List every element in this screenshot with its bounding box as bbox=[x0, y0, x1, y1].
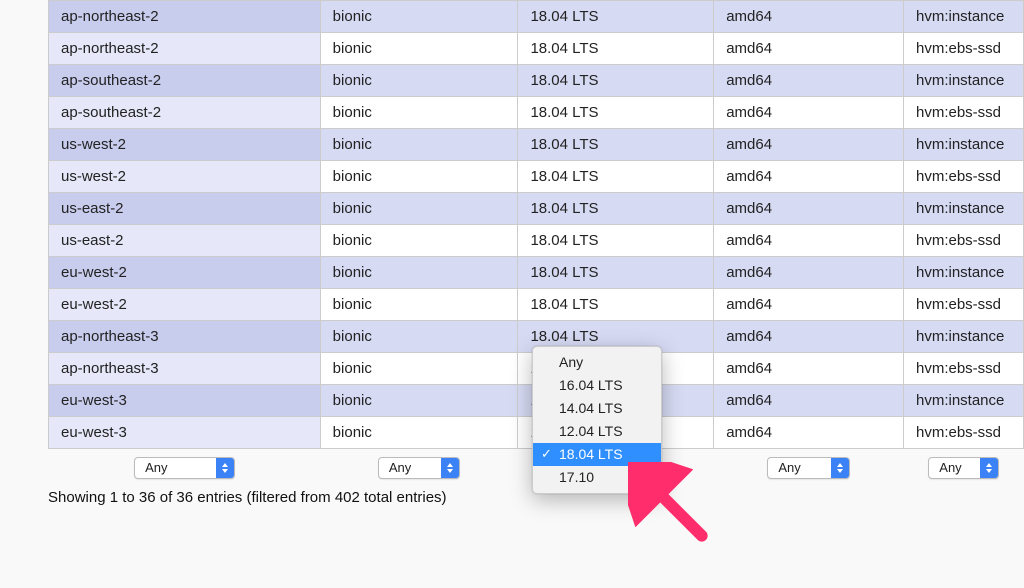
filter-version-dropdown[interactable]: Any16.04 LTS14.04 LTS12.04 LTS18.04 LTS1… bbox=[532, 346, 662, 494]
cell-version: 18.04 LTS bbox=[518, 129, 714, 161]
updown-icon bbox=[980, 458, 998, 478]
cell-name: bionic bbox=[320, 1, 518, 33]
cell-region: eu-west-3 bbox=[49, 385, 321, 417]
cell-name: bionic bbox=[320, 65, 518, 97]
cell-arch: amd64 bbox=[714, 225, 904, 257]
cell-version: 18.04 LTS bbox=[518, 257, 714, 289]
table-row: ap-southeast-2bionic18.04 LTSamd64hvm:eb… bbox=[49, 97, 1024, 129]
cell-arch: amd64 bbox=[714, 257, 904, 289]
dropdown-option[interactable]: 17.10 bbox=[533, 466, 661, 489]
cell-region: us-west-2 bbox=[49, 129, 321, 161]
cell-region: eu-west-2 bbox=[49, 289, 321, 321]
table-status-text: Showing 1 to 36 of 36 entries (filtered … bbox=[0, 481, 1024, 506]
table-row: ap-northeast-2bionic18.04 LTSamd64hvm:in… bbox=[49, 1, 1024, 33]
table-row: eu-west-2bionic18.04 LTSamd64hvm:instanc… bbox=[49, 257, 1024, 289]
cell-name: bionic bbox=[320, 225, 518, 257]
cell-name: bionic bbox=[320, 289, 518, 321]
cell-arch: amd64 bbox=[714, 289, 904, 321]
table-row: eu-west-2bionic18.04 LTSamd64hvm:ebs-ssd bbox=[49, 289, 1024, 321]
dropdown-option[interactable]: 18.04 LTS bbox=[533, 443, 661, 466]
cell-region: eu-west-2 bbox=[49, 257, 321, 289]
filter-arch-label: Any bbox=[768, 458, 830, 478]
cell-name: bionic bbox=[320, 257, 518, 289]
filter-region-label: Any bbox=[135, 458, 215, 478]
filter-region-select[interactable]: Any bbox=[134, 457, 234, 479]
filter-name-label: Any bbox=[379, 458, 441, 478]
cell-type: hvm:ebs-ssd bbox=[903, 161, 1023, 193]
cell-version: 18.04 LTS bbox=[518, 1, 714, 33]
dropdown-option[interactable]: 14.04 LTS bbox=[533, 397, 661, 420]
cell-arch: amd64 bbox=[714, 417, 904, 449]
cell-region: ap-northeast-2 bbox=[49, 1, 321, 33]
cell-type: hvm:instance bbox=[903, 321, 1023, 353]
filter-type-select[interactable]: Any bbox=[928, 457, 998, 479]
cell-type: hvm:instance bbox=[903, 257, 1023, 289]
cell-version: 18.04 LTS bbox=[518, 289, 714, 321]
cell-arch: amd64 bbox=[714, 321, 904, 353]
cell-type: hvm:ebs-ssd bbox=[903, 97, 1023, 129]
cell-region: ap-southeast-2 bbox=[49, 65, 321, 97]
cell-version: 18.04 LTS bbox=[518, 65, 714, 97]
cell-arch: amd64 bbox=[714, 161, 904, 193]
cell-arch: amd64 bbox=[714, 33, 904, 65]
cell-arch: amd64 bbox=[714, 353, 904, 385]
cell-version: 18.04 LTS bbox=[518, 225, 714, 257]
cell-version: 18.04 LTS bbox=[518, 161, 714, 193]
ami-table-wrap: ap-northeast-2bionic18.04 LTSamd64hvm:in… bbox=[0, 0, 1024, 481]
table-row: ap-northeast-2bionic18.04 LTSamd64hvm:eb… bbox=[49, 33, 1024, 65]
cell-arch: amd64 bbox=[714, 65, 904, 97]
cell-type: hvm:instance bbox=[903, 193, 1023, 225]
cell-type: hvm:instance bbox=[903, 1, 1023, 33]
filter-name-select[interactable]: Any bbox=[378, 457, 460, 479]
cell-region: eu-west-3 bbox=[49, 417, 321, 449]
cell-version: 18.04 LTS bbox=[518, 97, 714, 129]
cell-name: bionic bbox=[320, 161, 518, 193]
cell-type: hvm:ebs-ssd bbox=[903, 417, 1023, 449]
cell-region: ap-northeast-3 bbox=[49, 353, 321, 385]
cell-region: us-west-2 bbox=[49, 161, 321, 193]
table-row: us-east-2bionic18.04 LTSamd64hvm:instanc… bbox=[49, 193, 1024, 225]
table-row: us-west-2bionic18.04 LTSamd64hvm:ebs-ssd bbox=[49, 161, 1024, 193]
cell-arch: amd64 bbox=[714, 1, 904, 33]
cell-version: 18.04 LTS bbox=[518, 193, 714, 225]
cell-arch: amd64 bbox=[714, 193, 904, 225]
cell-type: hvm:instance bbox=[903, 65, 1023, 97]
cell-region: us-east-2 bbox=[49, 193, 321, 225]
dropdown-option[interactable]: Any bbox=[533, 351, 661, 374]
cell-name: bionic bbox=[320, 353, 518, 385]
cell-type: hvm:ebs-ssd bbox=[903, 353, 1023, 385]
cell-name: bionic bbox=[320, 33, 518, 65]
table-row: us-east-2bionic18.04 LTSamd64hvm:ebs-ssd bbox=[49, 225, 1024, 257]
cell-arch: amd64 bbox=[714, 97, 904, 129]
cell-type: hvm:instance bbox=[903, 129, 1023, 161]
cell-arch: amd64 bbox=[714, 129, 904, 161]
table-row: us-west-2bionic18.04 LTSamd64hvm:instanc… bbox=[49, 129, 1024, 161]
table-row: ap-southeast-2bionic18.04 LTSamd64hvm:in… bbox=[49, 65, 1024, 97]
cell-region: ap-northeast-2 bbox=[49, 33, 321, 65]
cell-name: bionic bbox=[320, 321, 518, 353]
cell-type: hvm:instance bbox=[903, 385, 1023, 417]
updown-icon bbox=[441, 458, 459, 478]
dropdown-option[interactable]: 12.04 LTS bbox=[533, 420, 661, 443]
cell-version: 18.04 LTS bbox=[518, 33, 714, 65]
dropdown-option[interactable]: 16.04 LTS bbox=[533, 374, 661, 397]
filter-type-label: Any bbox=[929, 458, 979, 478]
cell-name: bionic bbox=[320, 417, 518, 449]
cell-name: bionic bbox=[320, 97, 518, 129]
cell-type: hvm:ebs-ssd bbox=[903, 33, 1023, 65]
cell-type: hvm:ebs-ssd bbox=[903, 225, 1023, 257]
updown-icon bbox=[831, 458, 849, 478]
cell-region: ap-southeast-2 bbox=[49, 97, 321, 129]
cell-region: ap-northeast-3 bbox=[49, 321, 321, 353]
filter-arch-select[interactable]: Any bbox=[767, 457, 849, 479]
cell-type: hvm:ebs-ssd bbox=[903, 289, 1023, 321]
cell-arch: amd64 bbox=[714, 385, 904, 417]
cell-region: us-east-2 bbox=[49, 225, 321, 257]
updown-icon bbox=[216, 458, 234, 478]
cell-name: bionic bbox=[320, 129, 518, 161]
cell-name: bionic bbox=[320, 385, 518, 417]
cell-name: bionic bbox=[320, 193, 518, 225]
